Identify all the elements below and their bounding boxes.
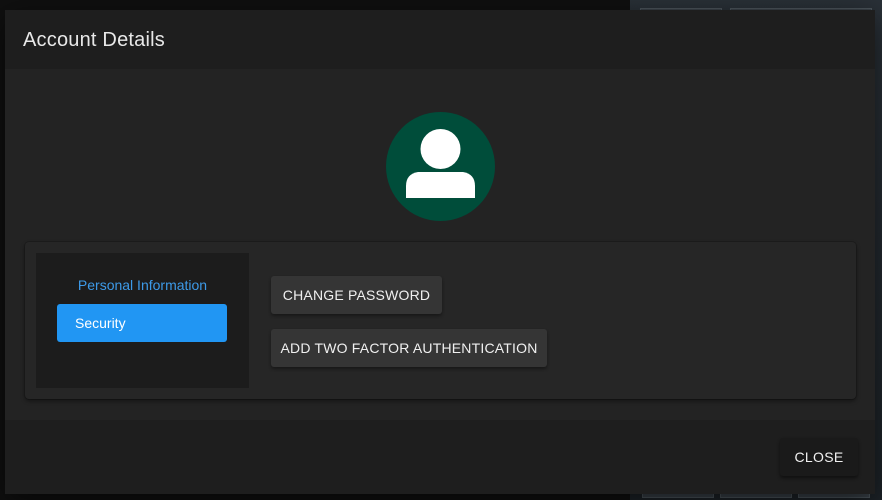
account-details-dialog: Account Details Personal Information Sec… — [5, 10, 875, 494]
settings-nav: Personal Information Security — [36, 253, 249, 388]
dialog-footer: CLOSE — [5, 420, 875, 494]
settings-card: Personal Information Security CHANGE PAS… — [25, 242, 856, 399]
avatar — [386, 112, 495, 221]
close-button[interactable]: CLOSE — [780, 438, 858, 476]
change-password-button[interactable]: CHANGE PASSWORD — [271, 276, 442, 314]
nav-item-security[interactable]: Security — [57, 304, 227, 342]
dialog-header: Account Details — [5, 10, 875, 69]
add-two-factor-button[interactable]: ADD TWO FACTOR AUTHENTICATION — [271, 329, 547, 367]
user-icon — [406, 129, 475, 198]
nav-item-personal-information[interactable]: Personal Information — [36, 277, 249, 293]
dialog-title: Account Details — [23, 29, 165, 51]
